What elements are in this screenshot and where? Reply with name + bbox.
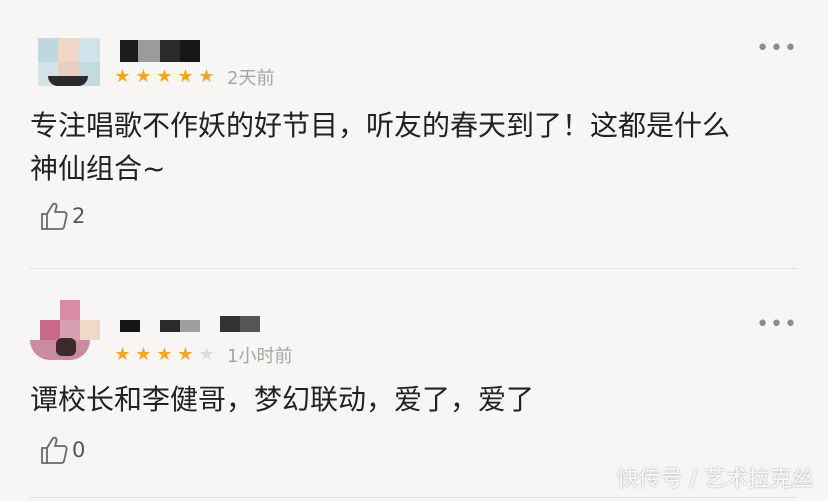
star-icon: ★ — [198, 344, 215, 365]
star-icon: ★ — [114, 66, 131, 87]
like-count: 2 — [72, 204, 86, 228]
like-button[interactable]: 0 — [40, 435, 85, 465]
comment-text-line: 神仙组合~ — [30, 152, 166, 185]
comment-text-line: 专注唱歌不作妖的好节目，听友的春天到了！这都是什么 — [30, 109, 731, 142]
star-icon: ★ — [156, 66, 173, 87]
comment-time: 2天前 — [227, 68, 275, 89]
username-pixelated[interactable] — [120, 312, 260, 332]
more-dots-icon[interactable]: ••• — [756, 314, 798, 336]
comment-1: ••• ★ ★ ★ ★ ★ 2天前 专注唱歌不作妖的好节目，听友的春天到了！这都是什么 … — [0, 0, 828, 268]
comment-divider — [30, 497, 798, 498]
more-dots-icon[interactable]: ••• — [756, 38, 798, 60]
comment-text: 谭校长和李健哥，梦幻联动，爱了，爱了 — [30, 378, 810, 421]
thumbs-up-icon — [41, 436, 68, 464]
star-icon: ★ — [114, 344, 131, 365]
star-icon: ★ — [177, 66, 194, 87]
like-count: 0 — [72, 438, 86, 462]
star-icon: ★ — [135, 66, 152, 87]
star-rating: ★ ★ ★ ★ ★ — [112, 344, 217, 366]
comment-text: 专注唱歌不作妖的好节目，听友的春天到了！这都是什么 神仙组合~ — [30, 104, 810, 190]
thumbs-up-icon — [41, 202, 68, 230]
avatar[interactable] — [30, 300, 100, 360]
like-button[interactable]: 2 — [40, 201, 85, 231]
comment-divider — [30, 268, 798, 269]
rating: ★ ★ ★ ★ ★ 1小时前 — [112, 342, 292, 368]
star-icon: ★ — [156, 344, 173, 365]
watermark: 快传号 / 艺术拉克丝 — [616, 467, 814, 492]
username-pixelated[interactable] — [120, 40, 200, 62]
star-rating: ★ ★ ★ ★ ★ — [112, 66, 217, 88]
star-icon: ★ — [177, 344, 194, 365]
star-icon: ★ — [198, 66, 215, 87]
rating: ★ ★ ★ ★ ★ 2天前 — [112, 64, 274, 90]
avatar[interactable] — [38, 38, 100, 86]
comment-text-line: 谭校长和李健哥，梦幻联动，爱了，爱了 — [30, 383, 535, 416]
comment-time: 1小时前 — [227, 346, 293, 367]
star-icon: ★ — [135, 344, 152, 365]
